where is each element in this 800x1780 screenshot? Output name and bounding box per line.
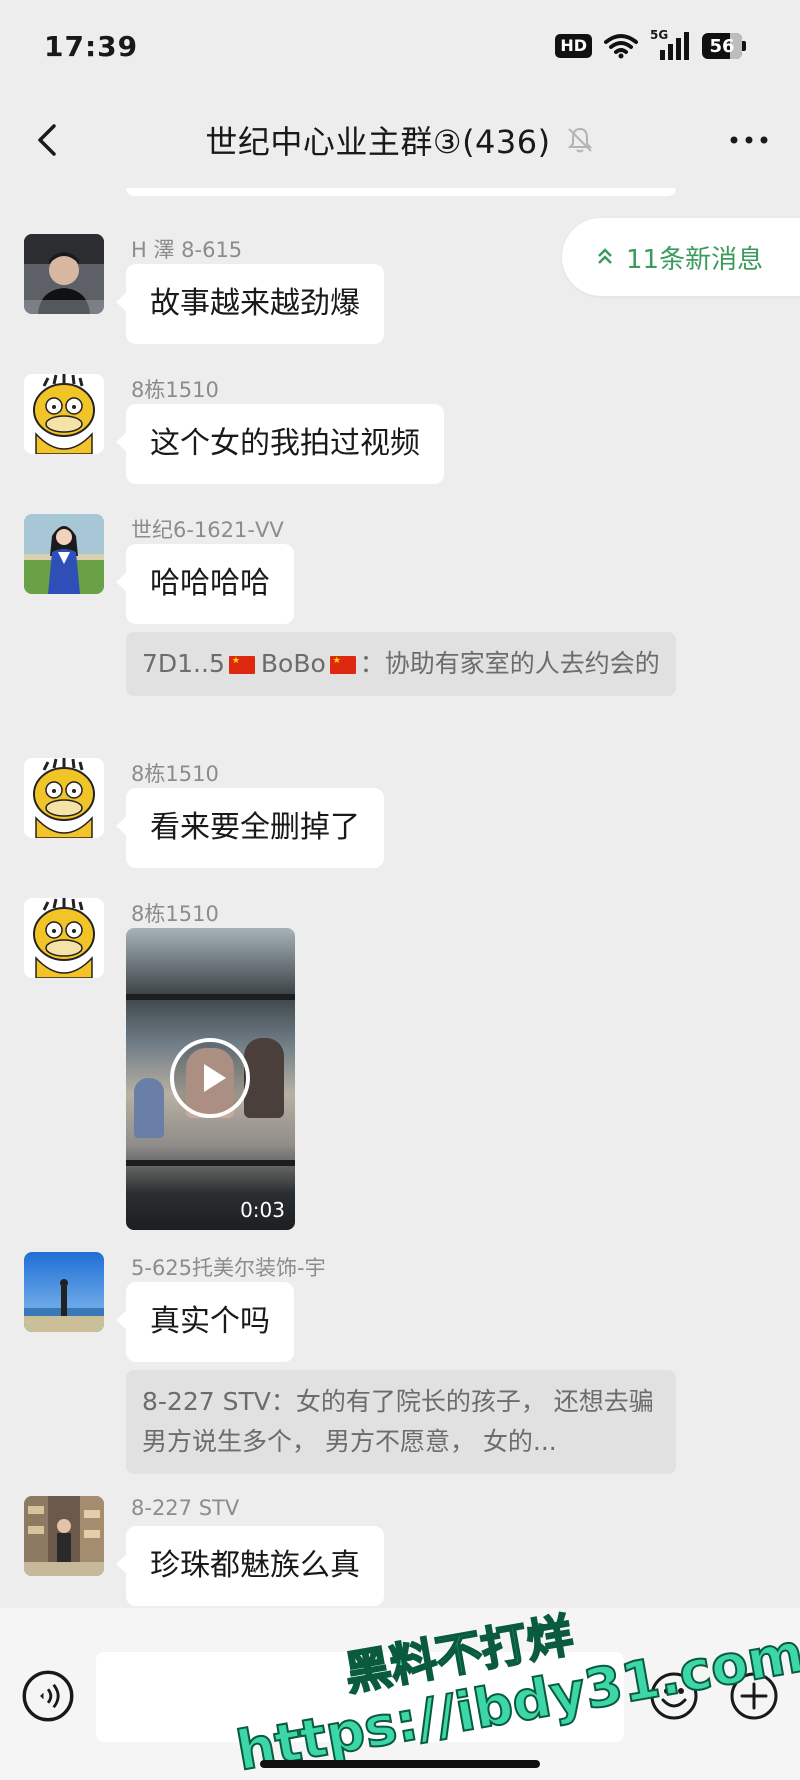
- sender-name: 5-625托美尔装饰-宇: [131, 1256, 326, 1280]
- sender-name: H 澤 8-615: [131, 238, 243, 262]
- quote-text: ：协助有家室的人去约会的: [359, 649, 660, 678]
- status-bar: 17:39 HD 5G 56: [0, 0, 800, 92]
- avatar[interactable]: [24, 1252, 104, 1332]
- sender-name: 8栋1510: [131, 902, 219, 926]
- avatar[interactable]: [24, 758, 104, 838]
- title-wrap: 世纪中心业主群③(436): [205, 117, 594, 163]
- hd-badge: HD: [555, 34, 592, 58]
- new-messages-button[interactable]: 11条新消息: [562, 218, 800, 296]
- double-chevron-up-icon: [598, 248, 612, 264]
- video-figure: [244, 1038, 284, 1118]
- china-flag-icon: [228, 656, 255, 674]
- battery-body: 56: [702, 33, 742, 59]
- more-icon[interactable]: [726, 122, 772, 158]
- page-title: 世纪中心业主群③(436): [205, 123, 551, 161]
- chat-header: 世纪中心业主群③(436): [0, 92, 800, 188]
- avatar[interactable]: [24, 374, 104, 454]
- previous-message-bubble: [126, 188, 676, 196]
- avatar[interactable]: [24, 898, 104, 978]
- quoted-reply[interactable]: 8-227 STV：女的有了院长的孩子， 还想去骗男方说生多个， 男方不愿意， …: [126, 1370, 676, 1474]
- sender-name: 8-227 STV: [131, 1496, 240, 1520]
- quote-text: 8-227 STV：女的有了院长的孩子， 还想去骗男方说生多个， 男方不愿意， …: [142, 1387, 654, 1456]
- sender-name: 8栋1510: [131, 378, 219, 402]
- video-duration: 0:03: [240, 1198, 285, 1222]
- message-bubble[interactable]: 故事越来越劲爆: [116, 264, 384, 344]
- quote-prefix: 7D1..5: [142, 649, 225, 678]
- new-messages-label: 11条新消息: [626, 244, 764, 275]
- china-flag-icon: [329, 656, 356, 674]
- battery-level: 56: [709, 35, 735, 57]
- sender-name: 世纪6-1621-VV: [131, 518, 284, 542]
- quote-name: BoBo: [260, 649, 326, 678]
- mute-bell-icon: [567, 127, 593, 153]
- message-bubble[interactable]: 这个女的我拍过视频: [116, 404, 444, 484]
- input-bar: [0, 1608, 800, 1780]
- voice-icon[interactable]: [22, 1670, 74, 1722]
- video-message[interactable]: 0:03: [126, 928, 295, 1230]
- status-icons: HD 5G 56: [555, 28, 746, 60]
- status-time: 17:39: [44, 29, 139, 63]
- message-input[interactable]: [96, 1652, 624, 1742]
- message-bubble[interactable]: 看来要全删掉了: [116, 788, 384, 868]
- chat-area[interactable]: H 澤 8-615 故事越来越劲爆 11条新消息 8栋1510 这个女的我拍过视…: [0, 188, 800, 1608]
- signal-icon: 5G: [650, 28, 690, 60]
- emoji-icon[interactable]: [648, 1670, 700, 1722]
- avatar[interactable]: [24, 234, 104, 314]
- battery-icon: 56: [702, 33, 746, 59]
- play-icon[interactable]: [170, 1038, 250, 1118]
- wifi-icon: [604, 34, 638, 59]
- back-icon[interactable]: [26, 118, 70, 162]
- message-bubble[interactable]: 珍珠都魅族么真: [116, 1526, 384, 1606]
- message-bubble[interactable]: 哈哈哈哈: [116, 544, 294, 624]
- quoted-reply[interactable]: 7D1..5 BoBo ：协助有家室的人去约会的: [126, 632, 676, 696]
- sender-name: 8栋1510: [131, 762, 219, 786]
- message-bubble[interactable]: 真实个吗: [116, 1282, 294, 1362]
- home-indicator[interactable]: [260, 1760, 540, 1768]
- plus-icon[interactable]: [728, 1670, 780, 1722]
- avatar[interactable]: [24, 1496, 104, 1576]
- video-figure: [134, 1078, 164, 1138]
- avatar[interactable]: [24, 514, 104, 594]
